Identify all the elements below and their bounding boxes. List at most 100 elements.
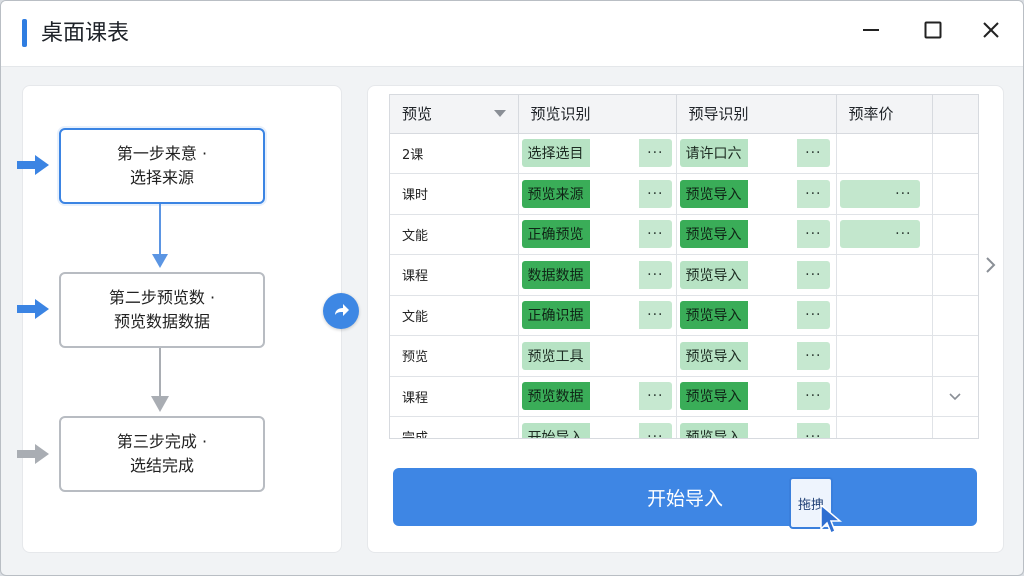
more-options-icon[interactable]: ··· <box>639 260 672 289</box>
field-chip-label: 预览导入 <box>679 382 748 411</box>
maximize-icon <box>924 21 942 39</box>
more-options-icon[interactable]: ··· <box>797 422 830 438</box>
app-title: 桌面课表 <box>41 21 130 46</box>
cell-c2: 预览导入 ··· <box>676 295 837 336</box>
more-options-icon[interactable]: ··· <box>639 301 672 330</box>
step-3-card[interactable]: 第三步完成 · 选结完成 <box>59 416 265 492</box>
field-chip-label: 预览导入 <box>679 301 748 330</box>
step-2-line1: 第二步预览数 · <box>108 288 216 307</box>
step-3-line1: 第三步完成 · <box>116 432 208 451</box>
cell-spacer <box>932 295 978 336</box>
col-header-4 <box>932 95 978 134</box>
cell-c2: 预览导入 ··· <box>676 335 837 377</box>
cell-c1: 预览数据 ··· <box>518 376 677 417</box>
field-chip[interactable]: ··· <box>839 179 920 208</box>
cell-c1: 开始导入 ··· <box>518 416 677 438</box>
field-chip[interactable]: 预览数据 ··· <box>521 382 672 411</box>
more-options-icon[interactable]: ··· <box>797 139 830 168</box>
down-arrow-2-icon <box>151 348 169 412</box>
more-options-icon[interactable]: ··· <box>639 422 672 438</box>
field-chip[interactable]: 预览导入 ··· <box>679 382 830 411</box>
more-options-icon[interactable]: ··· <box>639 139 672 168</box>
cell-c2: 请许口六 ··· <box>676 133 837 174</box>
more-options-icon[interactable]: ··· <box>639 179 672 208</box>
cell-c3 <box>836 335 933 377</box>
table-row: 预览 预览工具 预览导入 ··· <box>390 335 978 377</box>
more-options-icon[interactable]: ··· <box>797 382 830 411</box>
field-chip[interactable]: 数据数据 ··· <box>521 260 672 289</box>
scroll-right-chevron-icon[interactable] <box>983 255 999 275</box>
field-chip[interactable]: 请许口六 ··· <box>679 139 830 168</box>
cell-spacer <box>932 133 978 174</box>
field-chip-label: 预览导入 <box>679 341 748 370</box>
field-chip[interactable]: 预览导入 ··· <box>679 422 830 438</box>
cell-c2: 预览导入 ··· <box>676 254 837 296</box>
field-chip-label: 预览导入 <box>679 179 748 208</box>
field-chip[interactable]: ··· <box>839 220 920 249</box>
field-chip[interactable]: 预览导入 ··· <box>679 260 830 289</box>
cell-c2: 预览导入 ··· <box>676 376 837 417</box>
dropdown-caret-icon[interactable] <box>493 110 506 117</box>
col-header-3[interactable]: 预率价 <box>836 95 933 134</box>
field-chip[interactable]: 预览工具 <box>521 341 626 370</box>
cell-c3: ··· <box>836 214 933 255</box>
field-chip[interactable]: 开始导入 ··· <box>521 422 672 438</box>
field-chip-label: 预览导入 <box>679 220 748 249</box>
close-icon <box>983 22 999 38</box>
field-chip[interactable]: 预览导入 ··· <box>679 179 830 208</box>
more-options-icon[interactable]: ··· <box>797 220 830 249</box>
field-chip-label: 预览导入 <box>679 422 748 438</box>
field-chip-label: 预览工具 <box>521 341 590 370</box>
field-chip[interactable]: 正确预览 ··· <box>521 220 672 249</box>
maximize-button[interactable] <box>913 13 953 47</box>
title-bar: 桌面课表 <box>1 1 1023 67</box>
field-chip[interactable]: 预览来源 ··· <box>521 179 672 208</box>
field-chip[interactable]: 选择选目 ··· <box>521 139 672 168</box>
table-row: 完成 开始导入 ··· 预览导入 ··· <box>390 416 978 438</box>
cell-spacer <box>932 214 978 255</box>
more-options-icon[interactable]: ··· <box>797 260 830 289</box>
more-options-icon[interactable]: ··· <box>887 180 919 208</box>
step-2-card[interactable]: 第二步预览数 · 预览数据数据 <box>59 272 265 348</box>
col-header-0[interactable]: 预览 <box>390 95 519 134</box>
row-label: 完成 <box>390 416 519 438</box>
more-options-icon[interactable]: ··· <box>639 220 672 249</box>
step-1-line1: 第一步来意 · <box>116 144 208 163</box>
col-header-0-label: 预览 <box>402 105 433 124</box>
start-import-button[interactable]: 开始导入 <box>393 468 977 526</box>
field-chip[interactable]: 正确识据 ··· <box>521 301 672 330</box>
table-row: 文能 正确识据 ··· 预览导入 ··· <box>390 295 978 336</box>
row-label: 课时 <box>390 173 519 215</box>
scroll-down-chevron-icon[interactable] <box>947 389 963 405</box>
field-chip[interactable]: 预览导入 ··· <box>679 301 830 330</box>
more-options-icon[interactable]: ··· <box>797 341 830 370</box>
cell-c1: 预览工具 <box>518 335 677 377</box>
cell-c1: 数据数据 ··· <box>518 254 677 296</box>
cell-spacer <box>932 173 978 215</box>
more-options-icon[interactable]: ··· <box>797 301 830 330</box>
col-header-1[interactable]: 预览识别 <box>518 95 677 134</box>
cell-c3 <box>836 416 933 438</box>
next-step-button[interactable] <box>323 293 359 329</box>
close-button[interactable] <box>971 13 1011 47</box>
field-chip[interactable]: 预览导入 ··· <box>679 220 830 249</box>
minimize-icon <box>863 29 879 31</box>
col-header-2[interactable]: 预导识别 <box>676 95 837 134</box>
mouse-cursor-icon <box>820 503 843 535</box>
cell-spacer <box>932 416 978 438</box>
field-chip-label: 请许口六 <box>679 139 748 168</box>
cell-c3 <box>836 254 933 296</box>
step-1-card[interactable]: 第一步来意 · 选择来源 <box>59 128 265 204</box>
more-options-icon[interactable]: ··· <box>797 179 830 208</box>
down-arrow-1-icon <box>152 204 168 268</box>
minimize-button[interactable] <box>851 13 891 47</box>
table-row: 文能 正确预览 ··· 预览导入 ··· ··· <box>390 214 978 255</box>
row-label: 课程 <box>390 254 519 296</box>
cell-c1: 选择选目 ··· <box>518 133 677 174</box>
more-options-icon[interactable]: ··· <box>887 220 919 248</box>
cell-spacer <box>932 254 978 296</box>
field-chip-label: 正确预览 <box>521 220 590 249</box>
field-chip[interactable]: 预览导入 ··· <box>679 341 830 370</box>
step-1-line2: 选择来源 <box>129 168 194 187</box>
more-options-icon[interactable]: ··· <box>639 382 672 411</box>
